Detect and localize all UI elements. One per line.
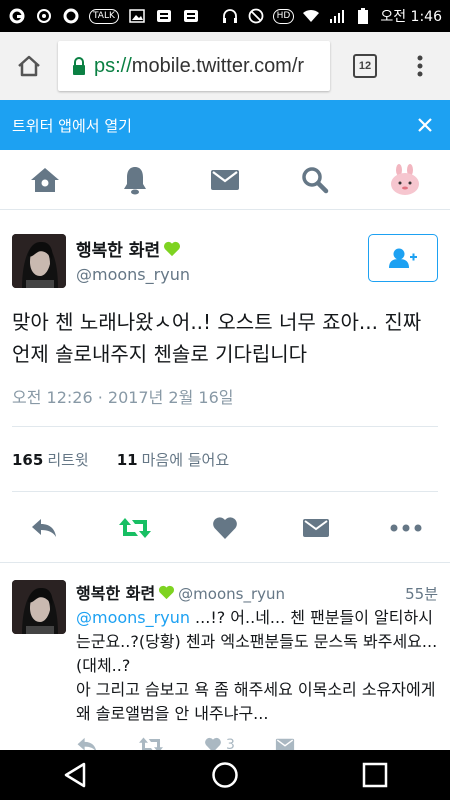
signal-icon bbox=[328, 7, 346, 25]
url-field[interactable]: ps://mobile.twitter.com/r bbox=[58, 41, 330, 91]
envelope-icon bbox=[302, 519, 329, 537]
tweet-detail: 행복한 화련 @moons_ryun 맞아 첸 노래나왔ㅅ어..! 오스트 너무… bbox=[0, 210, 450, 564]
nav-profile[interactable] bbox=[375, 150, 435, 210]
kakaotalk-icon: TALK bbox=[89, 8, 119, 24]
app-icon-1 bbox=[155, 7, 173, 25]
retweet-label: 리트윗 bbox=[47, 450, 89, 469]
search-icon bbox=[302, 166, 329, 193]
status-time: 오전 1:46 bbox=[380, 9, 442, 25]
home-nav-button[interactable] bbox=[195, 750, 255, 800]
reply-text: @moons_ryun ...!? 어..네... 첸 팬분들이 알티하시는군요… bbox=[76, 606, 438, 726]
banner-close-button[interactable] bbox=[400, 100, 450, 150]
author-avatar[interactable] bbox=[12, 234, 66, 288]
url-host: mobile.twitter.com/r bbox=[131, 54, 305, 77]
recents-button[interactable] bbox=[345, 750, 405, 800]
reply-button[interactable] bbox=[22, 506, 66, 550]
url-protocol: ps:// bbox=[94, 54, 132, 77]
heart-icon bbox=[213, 517, 237, 539]
browser-menu-button[interactable] bbox=[400, 32, 440, 100]
tweet-author-row: 행복한 화련 @moons_ryun bbox=[0, 210, 450, 300]
home-outline-icon bbox=[18, 55, 40, 77]
more-vertical-icon bbox=[417, 55, 423, 77]
tweet-text: 맞아 첸 노래나왔ㅅ어..! 오스트 너무 죠아... 진짜 언제 솔로내주지 … bbox=[12, 310, 422, 366]
follow-button[interactable] bbox=[368, 234, 438, 282]
retweet-stat[interactable]: 165 리트윗 bbox=[12, 449, 89, 470]
nav-notifications[interactable] bbox=[105, 150, 165, 210]
reply-text-line2: 아 그리고 슴보고 욕 좀 해주세요 이목소리 소유자에게 왜 솔로앨범을 안 … bbox=[76, 680, 436, 723]
close-icon bbox=[418, 118, 432, 132]
recents-square-icon bbox=[362, 762, 388, 788]
profile-avatar bbox=[391, 163, 419, 195]
status-bar: TALK HD 오전 1:46 bbox=[0, 0, 450, 32]
headphones-icon bbox=[221, 7, 239, 25]
add-user-icon bbox=[389, 248, 417, 268]
reply-author-avatar[interactable] bbox=[12, 580, 66, 634]
reply-mention[interactable]: @moons_ryun bbox=[76, 608, 190, 627]
green-heart-icon bbox=[164, 241, 181, 256]
green-heart-icon bbox=[159, 585, 175, 599]
like-count: 11 bbox=[116, 450, 138, 469]
more-horizontal-icon bbox=[390, 524, 422, 532]
image-icon bbox=[128, 7, 146, 25]
open-in-app-banner[interactable]: 트위터 앱에서 열기 bbox=[0, 100, 450, 150]
retweet-button[interactable] bbox=[113, 506, 157, 550]
nav-home[interactable] bbox=[15, 150, 75, 210]
retweet-icon bbox=[118, 518, 151, 538]
notifications-icon bbox=[124, 166, 146, 194]
reply-author-name-text: 행복한 화련 bbox=[76, 584, 156, 603]
more-button[interactable] bbox=[384, 506, 428, 550]
do-not-disturb-icon bbox=[247, 7, 265, 25]
twitter-nav bbox=[0, 150, 450, 210]
reply-tweet[interactable]: 행복한 화련 @moons_ryun 55분 @moons_ryun ...!?… bbox=[0, 572, 450, 754]
banner-text: 트위터 앱에서 열기 bbox=[12, 116, 132, 135]
like-stat[interactable]: 11 마음에 들어요 bbox=[117, 449, 229, 470]
tweet-stats: 165 리트윗 11 마음에 들어요 bbox=[0, 427, 450, 491]
tab-count: 12 bbox=[353, 54, 377, 78]
tweet-timestamp[interactable]: 오전 12:26 · 2017년 2월 16일 bbox=[0, 370, 450, 426]
home-icon bbox=[31, 167, 59, 192]
author-handle[interactable]: @moons_ryun bbox=[76, 265, 190, 284]
back-button[interactable] bbox=[45, 750, 105, 800]
back-triangle-icon bbox=[64, 762, 86, 788]
like-label: 마음에 들어요 bbox=[141, 450, 230, 469]
tab-switcher-button[interactable]: 12 bbox=[330, 32, 400, 100]
browser-toolbar: ps://mobile.twitter.com/r 12 bbox=[0, 32, 450, 100]
direct-message-button[interactable] bbox=[294, 506, 338, 550]
reply-author-name[interactable]: 행복한 화련 bbox=[76, 580, 175, 604]
retweet-count: 165 bbox=[12, 450, 44, 469]
app-icon-2 bbox=[182, 7, 200, 25]
like-button[interactable] bbox=[203, 506, 247, 550]
reply-author-handle[interactable]: @moons_ryun bbox=[178, 585, 285, 603]
wifi-icon bbox=[302, 7, 320, 25]
nav-search[interactable] bbox=[285, 150, 345, 210]
reply-age: 55분 bbox=[405, 585, 438, 603]
tweet-actions bbox=[0, 492, 450, 564]
battery-icon bbox=[354, 7, 372, 25]
lock-icon bbox=[73, 57, 85, 75]
section-divider bbox=[0, 562, 450, 572]
browser-home-button[interactable] bbox=[0, 32, 58, 100]
messages-icon bbox=[211, 169, 239, 190]
android-nav-bar bbox=[0, 750, 450, 800]
nav-messages[interactable] bbox=[195, 150, 255, 210]
g-logo-icon bbox=[8, 7, 26, 25]
author-name[interactable]: 행복한 화련 bbox=[76, 236, 190, 261]
reply-icon bbox=[32, 519, 56, 537]
settings-icon bbox=[35, 7, 53, 25]
home-circle-icon bbox=[212, 762, 238, 788]
messenger-icon bbox=[62, 7, 80, 25]
hd-voice-icon: HD bbox=[272, 8, 295, 24]
author-name-text: 행복한 화련 bbox=[76, 241, 161, 261]
